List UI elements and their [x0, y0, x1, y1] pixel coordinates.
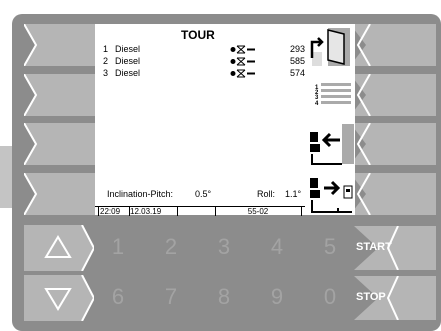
right-function-key-3[interactable]	[350, 123, 436, 165]
unload-icon	[310, 178, 353, 213]
row-quantity: 585	[290, 56, 306, 66]
status-field	[177, 207, 216, 216]
roll-value: 1.1°	[285, 189, 302, 199]
row-index: 3	[103, 68, 109, 78]
digit-key-7[interactable]: 7	[141, 276, 201, 318]
row-product: Diesel	[115, 56, 141, 66]
valve-icon	[230, 45, 255, 54]
row-index: 1	[103, 44, 109, 54]
status-code: 55-02	[215, 207, 302, 216]
digit-key-5[interactable]: 5	[300, 226, 360, 268]
display-screen: TOUR 1 Diesel 293 2 Diesel 585 3 Diesel …	[95, 24, 355, 216]
row-product: Diesel	[115, 68, 141, 78]
digit-key-6[interactable]: 6	[88, 276, 148, 318]
stop-label: STOP	[356, 291, 386, 303]
digit-key-0[interactable]: 0	[300, 276, 360, 318]
up-arrow-icon	[44, 235, 72, 258]
digit-key-4[interactable]: 4	[247, 226, 307, 268]
list-number: 4	[315, 101, 319, 107]
screen-title: TOUR	[181, 28, 215, 42]
side-tab	[0, 146, 12, 208]
list-icon: 1 2 3 4	[315, 83, 351, 107]
right-function-key-4[interactable]	[350, 173, 436, 215]
right-function-key-1[interactable]	[350, 24, 436, 66]
status-date: 12.03.19	[129, 207, 178, 216]
valve-icon	[230, 69, 255, 78]
row-quantity: 293	[290, 44, 306, 54]
door-exit-icon	[310, 28, 350, 66]
right-function-key-2[interactable]	[350, 74, 436, 116]
down-arrow-button[interactable]	[24, 275, 94, 321]
up-arrow-button[interactable]	[24, 225, 94, 271]
start-button[interactable]: START	[354, 226, 436, 270]
row-index: 2	[103, 56, 109, 66]
digit-key-3[interactable]: 3	[194, 226, 254, 268]
status-time: 22:09	[98, 207, 130, 216]
inclination-value: 0.5°	[195, 189, 212, 199]
inclination-label: Inclination-Pitch:	[107, 189, 174, 199]
row-quantity: 574	[290, 68, 306, 78]
down-arrow-icon	[44, 288, 72, 311]
status-bar: 22:09 12.03.19 55-02	[95, 206, 305, 216]
load-truck-icon	[310, 124, 354, 165]
roll-label: Roll:	[257, 189, 276, 199]
digit-key-2[interactable]: 2	[141, 226, 201, 268]
digit-key-8[interactable]: 8	[194, 276, 254, 318]
stop-button[interactable]: STOP	[354, 276, 436, 320]
start-label: START	[356, 241, 392, 253]
valve-icon	[230, 57, 255, 66]
digit-key-9[interactable]: 9	[247, 276, 307, 318]
digit-key-1[interactable]: 1	[88, 226, 148, 268]
row-product: Diesel	[115, 44, 141, 54]
